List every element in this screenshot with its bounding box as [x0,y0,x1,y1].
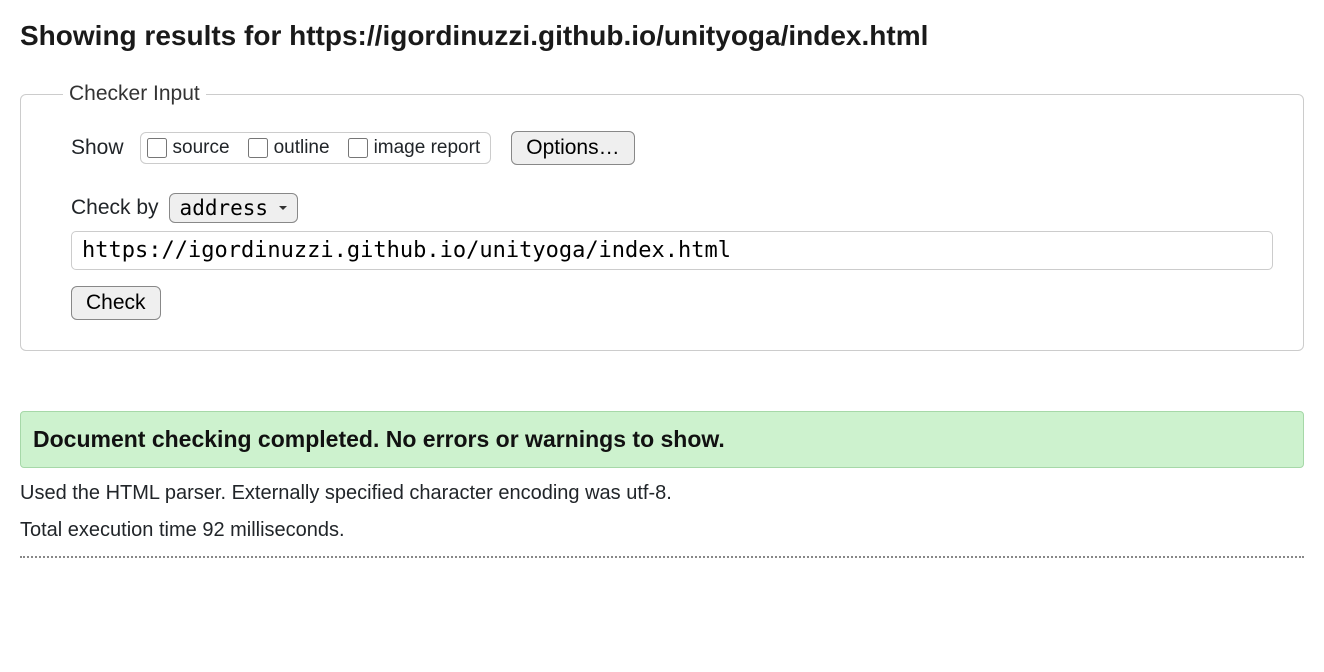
source-checkbox-text: source [173,137,230,159]
checkby-label: Check by [71,196,159,220]
checkby-select[interactable]: address [169,193,298,223]
outline-checkbox-label[interactable]: outline [248,137,330,159]
source-checkbox-label[interactable]: source [147,137,230,159]
parser-info: Used the HTML parser. Externally specifi… [20,482,1304,505]
checker-input-legend: Checker Input [63,82,206,106]
outline-checkbox-text: outline [274,137,330,159]
image-report-checkbox-label[interactable]: image report [348,137,481,159]
options-button[interactable]: Options… [511,131,634,165]
checkby-row: Check by address [71,193,1273,223]
success-result-box: Document checking completed. No errors o… [20,411,1304,468]
success-message: Document checking completed. No errors o… [33,426,1291,453]
image-report-checkbox-text: image report [374,137,481,159]
show-checkbox-group: source outline image report [140,132,492,164]
image-report-checkbox[interactable] [348,138,368,158]
results-heading: Showing results for https://igordinuzzi.… [20,20,1304,52]
timing-info: Total execution time 92 milliseconds. [20,519,1304,542]
check-button[interactable]: Check [71,286,161,320]
outline-checkbox[interactable] [248,138,268,158]
show-row: Show source outline image report Options… [71,131,1273,165]
footer-divider [20,556,1304,558]
source-checkbox[interactable] [147,138,167,158]
address-input[interactable] [71,231,1273,270]
checker-input-fieldset: Checker Input Show source outline image … [20,82,1304,351]
show-label: Show [71,136,124,160]
